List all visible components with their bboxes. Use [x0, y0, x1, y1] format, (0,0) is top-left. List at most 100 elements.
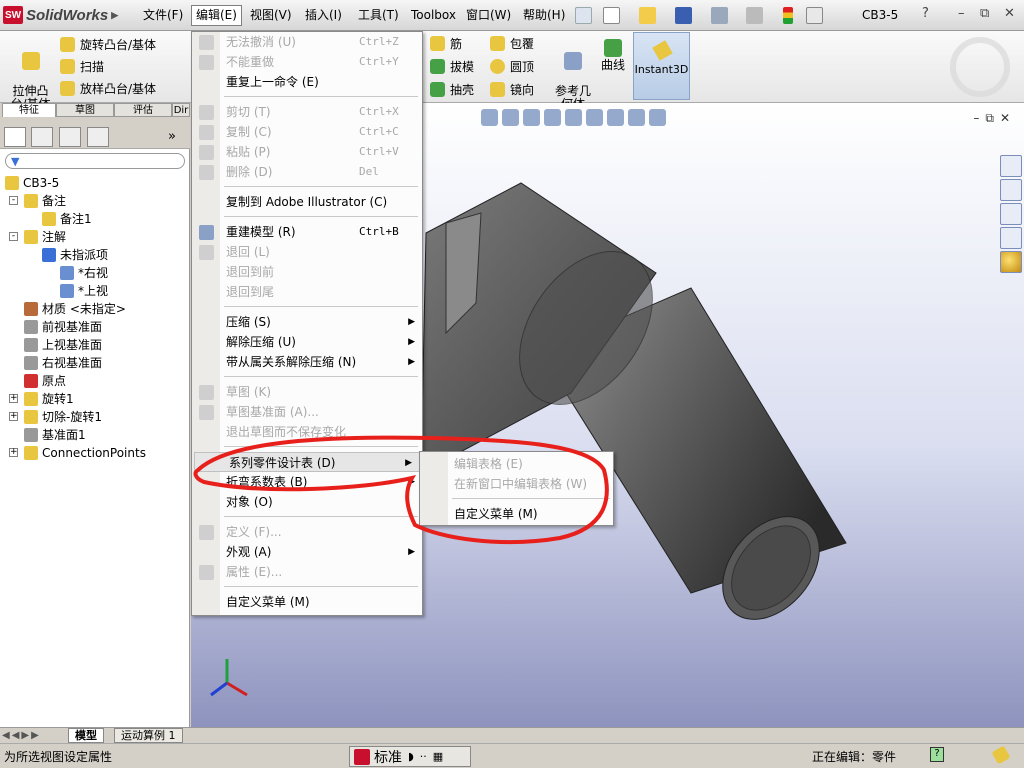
edit-appearance-icon[interactable] — [628, 109, 645, 126]
tree-item[interactable]: ConnectionPoints — [24, 444, 146, 462]
edit-menu-item[interactable]: 折弯系数表 (B) ▶ — [192, 472, 422, 492]
edit-menu-item[interactable]: 解除压缩 (U) ▶ — [192, 332, 422, 352]
undo-toolbar-icon[interactable] — [746, 7, 763, 24]
tree-expander[interactable]: - — [9, 232, 18, 241]
file-explorer-icon[interactable] — [1000, 203, 1022, 225]
tree-item[interactable]: 备注 — [24, 192, 66, 210]
restore-button[interactable]: ⧉ — [980, 6, 989, 21]
tab-dimxpert[interactable]: Dir — [172, 103, 190, 117]
instant3d-button[interactable]: Instant3D — [633, 32, 690, 100]
close-button[interactable]: ✕ — [1004, 6, 1015, 21]
keyboard-icon[interactable]: ▦ — [433, 750, 443, 763]
feature-manager-tab[interactable] — [4, 127, 26, 147]
tree-root[interactable]: CB3-5 — [5, 174, 59, 192]
viewport-close-button[interactable]: ✕ — [1000, 111, 1016, 125]
edit-menu-item[interactable]: 压缩 (S) ▶ — [192, 312, 422, 332]
curves-button[interactable]: 曲线 — [598, 39, 628, 72]
menu-insert[interactable]: 插入(I) — [301, 6, 346, 25]
tree-item[interactable]: *右视 — [60, 264, 108, 282]
new-document-icon[interactable] — [603, 7, 620, 24]
tree-expander[interactable]: + — [9, 394, 18, 403]
menu-tools[interactable]: 工具(T) — [354, 6, 403, 25]
edit-menu-item[interactable]: 重建模型 (R) Ctrl+B — [192, 222, 422, 242]
tab-motion-study-1[interactable]: 运动算例 1 — [114, 728, 183, 743]
viewport-restore-button[interactable]: ⧉ — [985, 111, 1000, 125]
tag-icon[interactable] — [991, 745, 1011, 765]
tree-expander[interactable]: + — [9, 412, 18, 421]
design-library-icon[interactable] — [1000, 179, 1022, 201]
edit-menu-item[interactable]: 系列零件设计表 (D) ▶ — [194, 452, 420, 472]
apply-scene-icon[interactable] — [649, 109, 666, 126]
edit-menu-item[interactable]: 重复上一命令 (E) — [192, 72, 422, 92]
draft-button[interactable]: 拔模 — [430, 57, 474, 75]
dots-icon[interactable]: ·· — [420, 750, 427, 763]
sweep-button[interactable]: 扫描 — [60, 57, 104, 75]
solidworks-logo[interactable]: SW SolidWorks ▶ — [3, 5, 118, 25]
revolve-boss-button[interactable]: 旋转凸台/基体 — [60, 35, 156, 53]
edit-menu-item[interactable]: 带从属关系解除压缩 (N) ▶ — [192, 352, 422, 372]
dimxpert-manager-tab[interactable] — [87, 127, 109, 147]
print-icon[interactable] — [711, 7, 728, 24]
view-orientation-icon[interactable] — [565, 109, 582, 126]
appearances-icon[interactable] — [1000, 251, 1022, 273]
shell-button[interactable]: 抽壳 — [430, 80, 474, 98]
tree-item[interactable]: 原点 — [24, 372, 66, 390]
moon-icon[interactable]: ◗ — [408, 750, 414, 763]
tree-item[interactable]: 材质 <未指定> — [24, 300, 126, 318]
minimize-button[interactable]: – — [958, 6, 965, 21]
wrap-button[interactable]: 包覆 — [490, 34, 534, 52]
tree-item[interactable]: 未指派项 — [42, 246, 108, 264]
edit-menu-item[interactable]: 自定义菜单 (M) — [192, 592, 422, 612]
pin-icon[interactable] — [575, 7, 592, 24]
reference-geometry-button[interactable]: 参考几 何体 — [553, 39, 593, 111]
property-manager-tab[interactable] — [31, 127, 53, 147]
tree-expander[interactable]: - — [9, 196, 18, 205]
tree-item[interactable]: *上视 — [60, 282, 108, 300]
view-palette-icon[interactable] — [1000, 227, 1022, 249]
menu-file[interactable]: 文件(F) — [139, 6, 187, 25]
tab-features[interactable]: 特征 — [2, 103, 56, 117]
hide-show-icon[interactable] — [607, 109, 624, 126]
menu-toolbox[interactable]: Toolbox — [407, 6, 460, 25]
menu-edit[interactable]: 编辑(E) — [191, 5, 242, 26]
tree-item[interactable]: 注解 — [24, 228, 66, 246]
extrude-boss-button[interactable]: 拉伸凸 台/基体 — [8, 39, 53, 111]
edit-menu-item[interactable]: 对象 (O) — [192, 492, 422, 512]
submenu-item[interactable]: 自定义菜单 (M) — [420, 504, 613, 524]
tab-evaluate[interactable]: 评估 — [114, 103, 172, 117]
save-icon[interactable] — [675, 7, 692, 24]
edit-menu-item[interactable]: 外观 (A) ▶ — [192, 542, 422, 562]
display-style-icon[interactable] — [586, 109, 603, 126]
tree-filter-input[interactable]: ▼ — [5, 153, 185, 169]
rib-button[interactable]: 筋 — [430, 34, 462, 52]
zoom-to-fit-icon[interactable] — [481, 109, 498, 126]
tab-sketch[interactable]: 草图 — [56, 103, 114, 117]
section-view-icon[interactable] — [544, 109, 561, 126]
previous-view-icon[interactable] — [523, 109, 540, 126]
tree-expander[interactable]: + — [9, 448, 18, 457]
viewport-minimize-button[interactable]: – — [973, 111, 985, 125]
tab-scroll-arrows-icon[interactable]: ◀◀▶▶ — [2, 730, 41, 741]
menu-window[interactable]: 窗口(W) — [462, 6, 515, 25]
options-icon[interactable] — [806, 7, 823, 24]
help-button[interactable]: ? — [922, 6, 929, 21]
units-toolbar[interactable]: 标准 ◗ ·· ▦ — [349, 746, 471, 767]
tree-item[interactable]: 上视基准面 — [24, 336, 102, 354]
tree-item[interactable]: 右视基准面 — [24, 354, 102, 372]
tree-item[interactable]: 基准面1 — [24, 426, 86, 444]
zoom-area-icon[interactable] — [502, 109, 519, 126]
menu-help[interactable]: 帮助(H) — [519, 6, 569, 25]
configuration-manager-tab[interactable] — [59, 127, 81, 147]
tab-model[interactable]: 模型 — [68, 728, 104, 743]
status-help-icon[interactable]: ? — [930, 747, 944, 762]
solidworks-resources-icon[interactable] — [1000, 155, 1022, 177]
menu-view[interactable]: 视图(V) — [246, 6, 296, 25]
expand-panel-icon[interactable]: » — [168, 129, 176, 144]
rebuild-toolbar-icon[interactable] — [783, 7, 793, 24]
tree-item[interactable]: 旋转1 — [24, 390, 74, 408]
tree-item[interactable]: 备注1 — [42, 210, 92, 228]
edit-menu-item[interactable]: 复制到 Adobe Illustrator (C) — [192, 192, 422, 212]
dome-button[interactable]: 圆顶 — [490, 57, 534, 75]
mirror-button[interactable]: 镜向 — [490, 80, 534, 98]
open-folder-icon[interactable] — [639, 7, 656, 24]
